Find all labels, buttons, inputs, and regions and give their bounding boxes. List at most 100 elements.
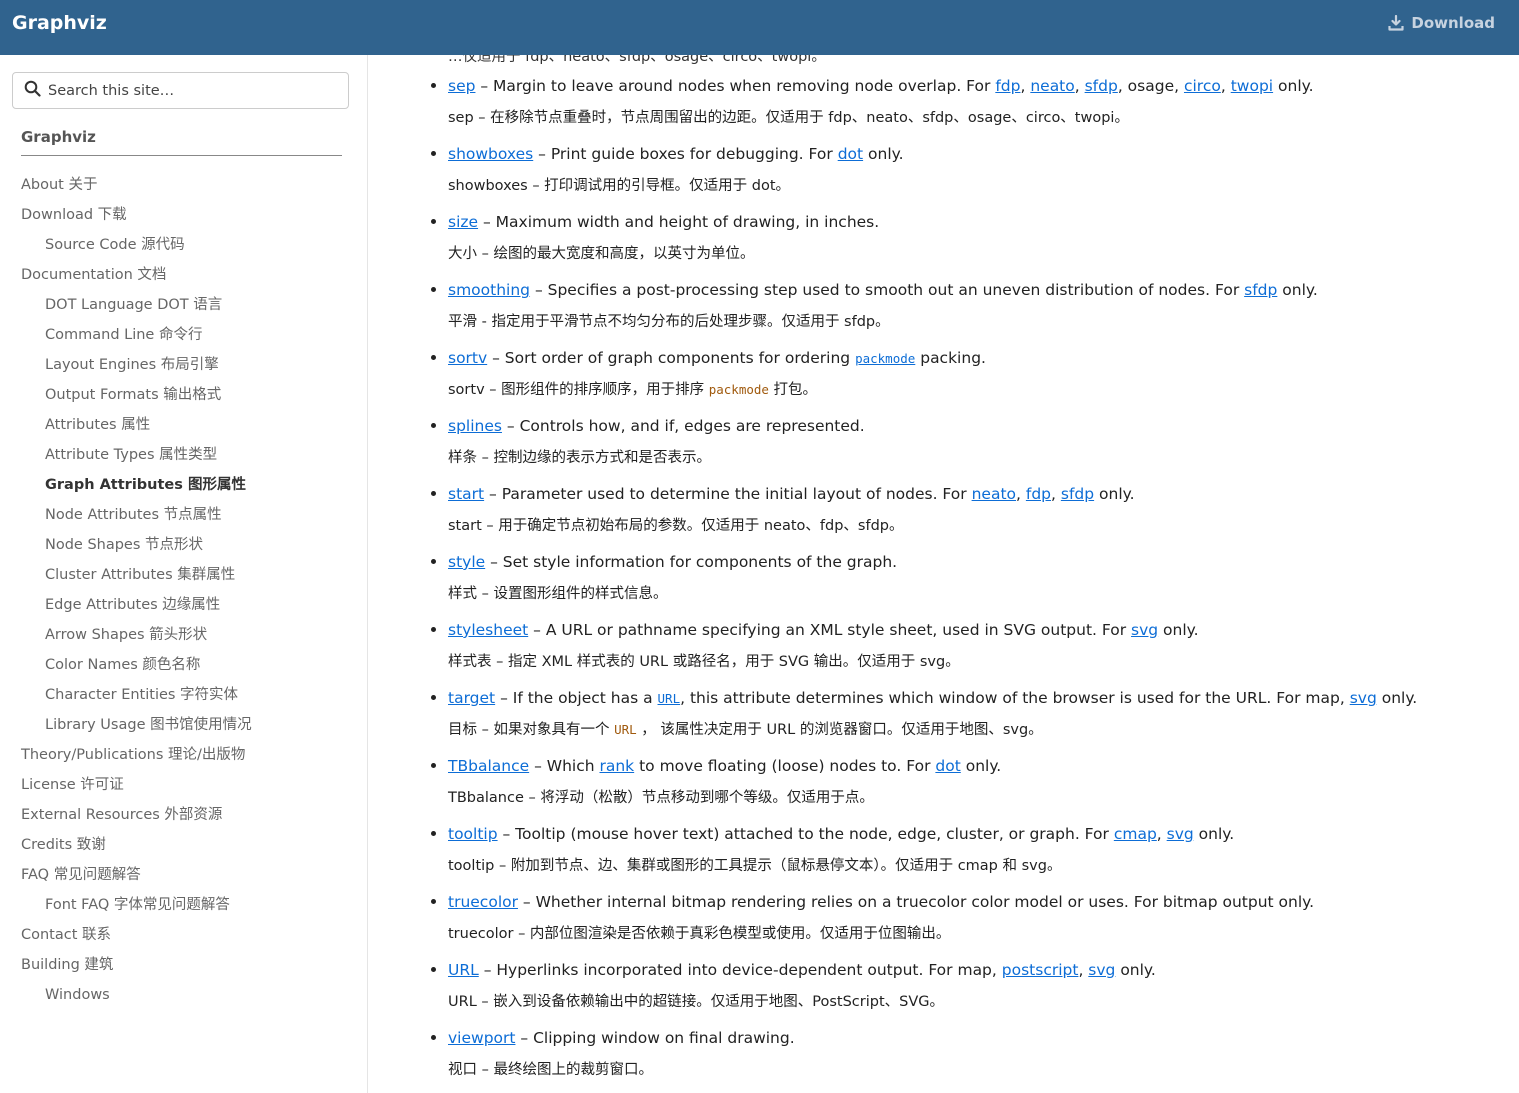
sidebar-item[interactable]: External Resources 外部资源: [0, 800, 252, 830]
attribute-item-tooltip: tooltip – Tooltip (mouse hover text) att…: [448, 820, 1508, 884]
attribute-link[interactable]: TBbalance: [448, 757, 529, 775]
sidebar-item[interactable]: Credits 致谢: [0, 830, 252, 860]
attribute-link[interactable]: start: [448, 485, 484, 503]
attribute-link[interactable]: dot: [935, 757, 960, 775]
text-segment: – Maximum width and height of drawing, i…: [478, 213, 880, 231]
text-segment: ,: [1020, 77, 1031, 95]
sidebar-item[interactable]: Node Shapes 节点形状: [0, 530, 252, 560]
sidebar-title[interactable]: Graphviz: [21, 128, 342, 156]
code-link[interactable]: URL: [658, 691, 681, 706]
text-segment: ,: [1156, 825, 1167, 843]
attribute-link[interactable]: sep: [448, 77, 475, 95]
sidebar-item[interactable]: Attributes 属性: [0, 410, 252, 440]
sidebar-item[interactable]: Output Formats 输出格式: [0, 380, 252, 410]
attribute-link[interactable]: svg: [1167, 825, 1194, 843]
text-segment: – Hyperlinks incorporated into device-de…: [478, 961, 1002, 979]
sidebar-item[interactable]: DOT Language DOT 语言: [0, 290, 252, 320]
sidebar-item[interactable]: Character Entities 字符实体: [0, 680, 252, 710]
attribute-link[interactable]: tooltip: [448, 825, 498, 843]
text-segment: to move floating (loose) nodes to. For: [634, 757, 936, 775]
sidebar-item[interactable]: Source Code 源代码: [0, 230, 252, 260]
text-segment: – Tooltip (mouse hover text) attached to…: [497, 825, 1114, 843]
code-link[interactable]: packmode: [855, 351, 915, 366]
attribute-description-en: sep – Margin to leave around nodes when …: [448, 72, 1508, 100]
attribute-link[interactable]: cmap: [1114, 825, 1157, 843]
sidebar-item[interactable]: Theory/Publications 理论/出版物: [0, 740, 252, 770]
text-segment: 目标 – 如果对象具有一个: [448, 722, 615, 738]
text-segment: – Sort order of graph components for ord…: [487, 349, 856, 367]
search-input[interactable]: [46, 81, 340, 100]
text-segment: 样式 – 设置图形组件的样式信息。: [448, 586, 668, 602]
brand-link[interactable]: Graphviz: [12, 12, 107, 34]
attribute-link[interactable]: fdp: [995, 77, 1020, 95]
attribute-link[interactable]: sfdp: [1085, 77, 1118, 95]
attribute-link[interactable]: postscript: [1002, 961, 1079, 979]
attribute-description-en: showboxes – Print guide boxes for debugg…: [448, 140, 1508, 168]
attribute-link[interactable]: splines: [448, 417, 502, 435]
attribute-item-url: URL – Hyperlinks incorporated into devic…: [448, 956, 1508, 1020]
sidebar-item[interactable]: Documentation 文档: [0, 260, 252, 290]
attribute-link[interactable]: viewport: [448, 1029, 515, 1047]
text-segment: 样条 – 控制边缘的表示方式和是否表示。: [448, 450, 711, 466]
sidebar-item[interactable]: Command Line 命令行: [0, 320, 252, 350]
sidebar-item[interactable]: Font FAQ 字体常见问题解答: [0, 890, 252, 920]
sidebar-item[interactable]: Building 建筑: [0, 950, 252, 980]
attribute-link[interactable]: circo: [1184, 77, 1221, 95]
sidebar-item[interactable]: Contact 联系: [0, 920, 252, 950]
attribute-link[interactable]: dot: [838, 145, 863, 163]
sidebar-item[interactable]: Graph Attributes 图形属性: [0, 470, 252, 500]
attribute-list: sep – Margin to leave around nodes when …: [428, 72, 1508, 1092]
sidebar: Graphviz About 关于Download 下载Source Code …: [0, 55, 368, 1093]
text-segment: ,: [1051, 485, 1061, 503]
text-segment: only.: [863, 145, 904, 163]
text-segment: only.: [1094, 485, 1135, 503]
sidebar-item[interactable]: Download 下载: [0, 200, 252, 230]
attribute-link[interactable]: URL: [448, 961, 479, 979]
attribute-link[interactable]: sortv: [448, 349, 487, 367]
attribute-link[interactable]: target: [448, 689, 495, 707]
attribute-description-zh: tooltip – 附加到节点、边、集群或图形的工具提示（鼠标悬停文本）。仅适用…: [448, 848, 1508, 884]
search-icon: [13, 80, 41, 101]
sidebar-item[interactable]: Attribute Types 属性类型: [0, 440, 252, 470]
attribute-link[interactable]: stylesheet: [448, 621, 528, 639]
attribute-link[interactable]: fdp: [1026, 485, 1051, 503]
attribute-link[interactable]: twopi: [1231, 77, 1273, 95]
attribute-link[interactable]: sfdp: [1061, 485, 1094, 503]
attribute-description-en: style – Set style information for compon…: [448, 548, 1508, 576]
sidebar-item[interactable]: License 许可证: [0, 770, 252, 800]
text-segment: showboxes – 打印调试用的引导框。仅适用于 dot。: [448, 178, 791, 194]
attribute-link[interactable]: size: [448, 213, 478, 231]
sidebar-item[interactable]: Node Attributes 节点属性: [0, 500, 252, 530]
sidebar-item[interactable]: Library Usage 图书馆使用情况: [0, 710, 252, 740]
attribute-item-stylesheet: stylesheet – A URL or pathname specifyin…: [448, 616, 1508, 680]
attribute-link[interactable]: neato: [972, 485, 1016, 503]
attribute-link[interactable]: svg: [1088, 961, 1115, 979]
attribute-description-zh: 视口 – 最终绘图上的裁剪窗口。: [448, 1052, 1508, 1088]
attribute-link[interactable]: showboxes: [448, 145, 533, 163]
attribute-link[interactable]: sfdp: [1244, 281, 1277, 299]
attribute-link[interactable]: neato: [1030, 77, 1074, 95]
attribute-link[interactable]: smoothing: [448, 281, 530, 299]
attribute-link[interactable]: svg: [1131, 621, 1158, 639]
attribute-item-smoothing: smoothing – Specifies a post-processing …: [448, 276, 1508, 340]
sidebar-item[interactable]: Windows: [0, 980, 252, 1010]
sidebar-item[interactable]: Cluster Attributes 集群属性: [0, 560, 252, 590]
attribute-description-zh: truecolor – 内部位图渲染是否依赖于真彩色模型或使用。仅适用于位图输出…: [448, 916, 1508, 952]
sidebar-item[interactable]: FAQ 常见问题解答: [0, 860, 252, 890]
attribute-link[interactable]: style: [448, 553, 485, 571]
sidebar-item[interactable]: Arrow Shapes 箭头形状: [0, 620, 252, 650]
search-box[interactable]: [12, 72, 349, 109]
text-segment: , osage,: [1117, 77, 1184, 95]
text-segment: only.: [1277, 281, 1318, 299]
attribute-link[interactable]: truecolor: [448, 893, 518, 911]
attribute-description-en: target – If the object has a URL, this a…: [448, 684, 1508, 712]
download-nav-link[interactable]: Download: [1388, 14, 1495, 32]
attribute-link[interactable]: rank: [599, 757, 634, 775]
sidebar-item[interactable]: Layout Engines 布局引擎: [0, 350, 252, 380]
sidebar-item[interactable]: Color Names 颜色名称: [0, 650, 252, 680]
attribute-item-tbbalance: TBbalance – Which rank to move floating …: [448, 752, 1508, 816]
attribute-link[interactable]: svg: [1350, 689, 1377, 707]
sidebar-item[interactable]: About 关于: [0, 170, 252, 200]
sidebar-item[interactable]: Edge Attributes 边缘属性: [0, 590, 252, 620]
text-segment: ,: [1074, 77, 1085, 95]
